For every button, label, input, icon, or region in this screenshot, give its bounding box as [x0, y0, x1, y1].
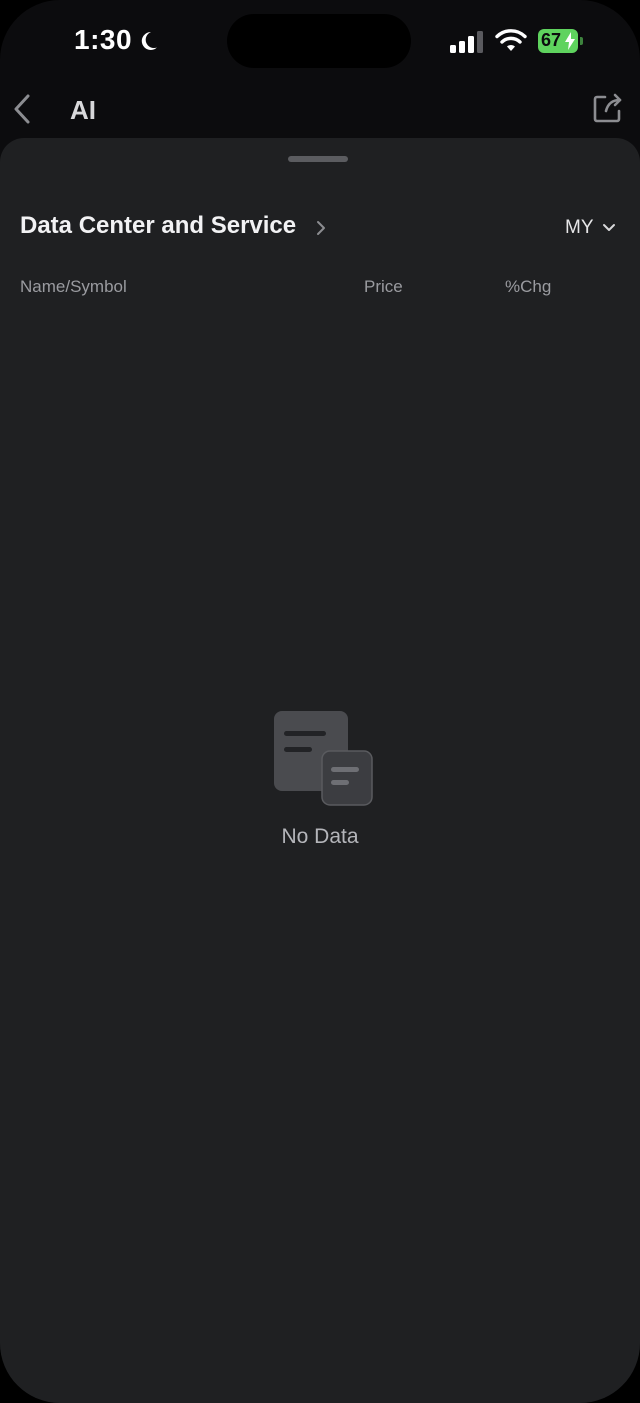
share-icon[interactable]	[592, 92, 624, 124]
phone-screen: 1:30 67 AI Data Center and Service MY Na…	[0, 0, 640, 1403]
column-header-price[interactable]: Price	[364, 277, 403, 297]
chevron-right-icon[interactable]	[314, 218, 328, 238]
market-selector[interactable]: MY	[565, 217, 594, 239]
chevron-down-icon[interactable]	[602, 222, 616, 234]
section-title-link[interactable]: Data Center and Service	[20, 212, 296, 240]
column-header-name[interactable]: Name/Symbol	[20, 277, 127, 297]
bottom-sheet: Data Center and Service MY Name/Symbol P…	[0, 138, 640, 1403]
nav-title: AI	[70, 95, 96, 125]
moon-icon	[141, 31, 157, 50]
empty-state-text: No Data	[281, 825, 359, 848]
sheet-grabber[interactable]	[288, 156, 348, 162]
no-data-icon	[274, 711, 373, 806]
status-time: 1:30	[74, 24, 133, 55]
signal-icon	[450, 31, 483, 53]
wifi-icon	[495, 29, 527, 51]
dynamic-island	[227, 14, 411, 68]
charging-bolt-icon	[565, 32, 575, 50]
back-chevron-icon[interactable]	[10, 92, 36, 126]
column-header-change[interactable]: %Chg	[505, 277, 551, 297]
battery-icon: 67	[538, 29, 583, 53]
